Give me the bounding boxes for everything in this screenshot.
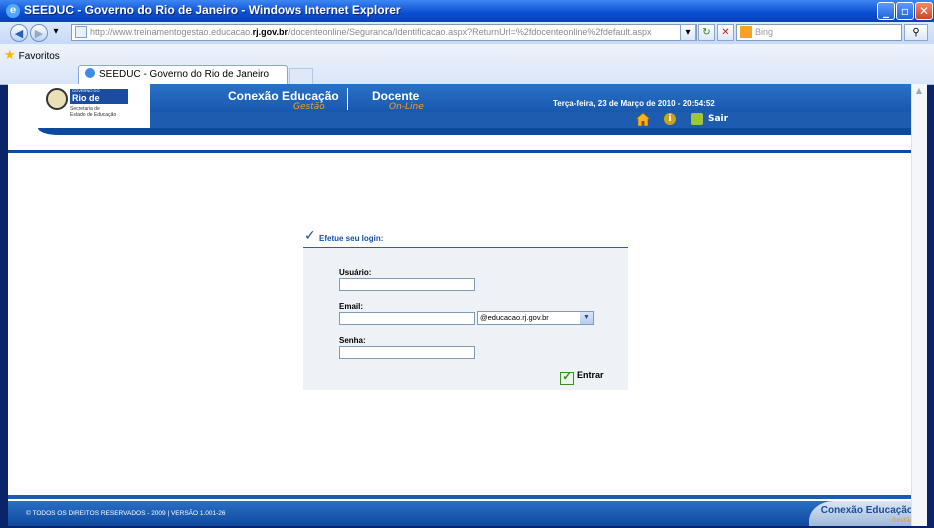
user-input[interactable]	[339, 278, 475, 291]
tab-ie-icon	[85, 68, 95, 78]
info-icon[interactable]: i	[664, 113, 676, 125]
vertical-scrollbar[interactable]: ▲	[911, 84, 927, 526]
login-header: ✓ Efetue seu login:	[303, 228, 628, 248]
email-label: Email:	[339, 302, 364, 311]
close-button[interactable]: ✕	[915, 2, 933, 20]
back-icon[interactable]: ◀	[10, 24, 28, 42]
login-panel: ✓ Efetue seu login: Usuário: Email: @edu…	[303, 228, 628, 390]
site-footer: © TODOS OS DIREITOS RESERVADOS - 2009 | …	[8, 495, 919, 526]
login-title: Efetue seu login:	[319, 234, 384, 243]
bing-logo-icon	[740, 26, 752, 38]
header-divider	[347, 88, 348, 110]
email-domain-value: @educacao.rj.gov.br	[480, 313, 549, 322]
submit-check-icon: ✓	[560, 372, 574, 385]
refresh-icon[interactable]: ↻	[698, 24, 715, 41]
favorites-star-icon: ★	[4, 47, 16, 62]
page-icon	[75, 26, 87, 38]
home-icon[interactable]	[636, 113, 650, 126]
address-dropdown-button[interactable]: ▾	[680, 24, 696, 41]
address-field[interactable]: http://www.treinamentogestao.educacao.rj…	[71, 24, 697, 41]
tab-label: SEEDUC - Governo do Rio de Janeiro	[99, 69, 270, 80]
footer-brand-sub: Gestão	[891, 517, 913, 524]
title-bar: e SEEDUC - Governo do Rio de Janeiro - W…	[0, 0, 934, 22]
stop-icon[interactable]: ✕	[717, 24, 734, 41]
logo-area: GOVERNO DO Rio de Janeiro Secretaria de Es…	[8, 84, 150, 128]
app-name: Conexão Educação	[228, 89, 339, 103]
browser-window: e SEEDUC - Governo do Rio de Janeiro - W…	[0, 0, 934, 528]
header-date: Terça-feira, 23 de Março de 2010 - 20:54…	[553, 99, 715, 108]
url-domain: rj.gov.br	[252, 27, 288, 37]
exit-link[interactable]: Sair	[708, 114, 728, 124]
history-dropdown-button[interactable]: ▾	[50, 24, 62, 41]
new-tab-button[interactable]	[289, 68, 313, 84]
search-input[interactable]: Bing	[736, 24, 902, 41]
footer-brand-text: Conexão Educação	[820, 505, 913, 516]
site-header: GOVERNO DO Rio de Janeiro Secretaria de Es…	[8, 84, 919, 128]
url-suffix: /docenteonline/Seguranca/Identificacao.a…	[287, 27, 652, 37]
footer-rule	[8, 495, 919, 499]
ie-icon: e	[6, 4, 20, 18]
app-sub: Gestão	[293, 102, 325, 112]
password-input[interactable]	[339, 346, 475, 359]
window-title: SEEDUC - Governo do Rio de Janeiro - Win…	[24, 3, 401, 17]
submit-label: Entrar	[577, 370, 604, 380]
module-sub: On-Line	[389, 102, 424, 112]
header-band	[38, 128, 919, 135]
search-placeholder: Bing	[755, 27, 774, 37]
browser-tab[interactable]: SEEDUC - Governo do Rio de Janeiro	[78, 65, 288, 84]
favorites-button[interactable]: ★ Favoritos	[4, 47, 60, 63]
header-curve	[8, 128, 919, 153]
logo-sub2: Estado de Educação	[70, 112, 117, 118]
module-name: Docente	[372, 89, 420, 103]
logo-secretaria: Secretaria de Estado de Educação	[70, 106, 116, 118]
copyright-text: © TODOS OS DIREITOS RESERVADOS - 2009 | …	[26, 510, 226, 517]
url-prefix: http://www.treinamentogestao.educacao.	[90, 27, 253, 37]
chevron-down-icon: ▼	[580, 312, 593, 324]
email-input[interactable]	[339, 312, 475, 325]
favorites-bar: ★ Favoritos SEEDUC - Governo do Rio de Ja…	[0, 44, 934, 85]
exit-icon[interactable]	[691, 113, 703, 125]
email-domain-select[interactable]: @educacao.rj.gov.br ▼	[477, 311, 594, 325]
forward-icon[interactable]: ▶	[30, 24, 48, 42]
header-rule	[8, 150, 919, 153]
header-subbar	[150, 112, 919, 128]
address-toolbar: ◀ ▶ ▾ http://www.treinamentogestao.educa…	[0, 22, 934, 44]
check-icon: ✓	[304, 228, 316, 244]
password-label: Senha:	[339, 336, 366, 345]
state-seal-logo	[46, 88, 68, 110]
search-icon[interactable]: ⚲	[904, 24, 928, 41]
user-label: Usuário:	[339, 268, 372, 277]
favorites-label: Favoritos	[18, 51, 60, 62]
scroll-up-icon[interactable]: ▲	[914, 86, 924, 96]
minimize-button[interactable]: _	[877, 2, 895, 20]
submit-button[interactable]: ✓ Entrar	[560, 370, 604, 385]
rio-logo: GOVERNO DO Rio de Janeiro	[70, 89, 128, 114]
page-content: GOVERNO DO Rio de Janeiro Secretaria de Es…	[8, 84, 919, 526]
maximize-button[interactable]: ▫	[896, 2, 914, 20]
